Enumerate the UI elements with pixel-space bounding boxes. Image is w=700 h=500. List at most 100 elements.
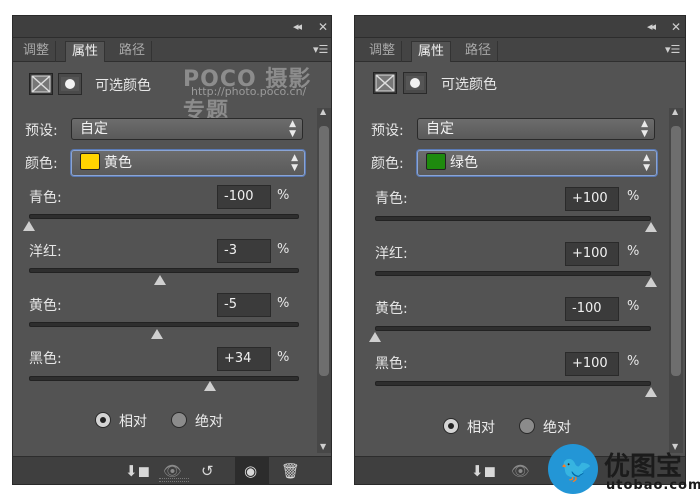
- black-slider-track[interactable]: [375, 381, 651, 386]
- percent-sign: %: [277, 188, 290, 203]
- trash-icon[interactable]: 🗑: [281, 462, 300, 480]
- layer-mask-icon[interactable]: [58, 73, 82, 95]
- color-value: 黄色: [104, 155, 132, 171]
- panel-title-bar: ◂◂ ✕: [355, 16, 685, 38]
- slider-label: 黑色:: [29, 351, 62, 367]
- yellow-value-field[interactable]: -5: [217, 293, 271, 317]
- bird-icon: 🐦: [560, 455, 593, 485]
- watermark-url: http://photo.poco.cn/: [191, 85, 307, 98]
- tab-adjustments[interactable]: 调整: [17, 41, 57, 62]
- preset-label: 预设:: [371, 123, 404, 139]
- updown-arrows-icon: ▲ ▼: [641, 119, 648, 139]
- percent-sign: %: [627, 189, 640, 204]
- close-icon[interactable]: ✕: [671, 20, 681, 34]
- color-select[interactable]: 绿色 ▲ ▼: [417, 150, 657, 176]
- color-select[interactable]: 黄色 ▲ ▼: [71, 150, 305, 176]
- color-swatch: [80, 153, 100, 170]
- cyan-slider-track[interactable]: [375, 216, 651, 221]
- panel-title: 可选颜色: [95, 78, 151, 94]
- magenta-slider-thumb[interactable]: [153, 275, 166, 285]
- tab-properties[interactable]: 属性: [411, 41, 452, 62]
- reset-icon[interactable]: ↺: [201, 462, 214, 480]
- magenta-value-field[interactable]: -3: [217, 239, 271, 263]
- percent-sign: %: [277, 350, 290, 365]
- preset-value: 自定: [426, 121, 454, 137]
- visibility-toggle-button[interactable]: ◉: [235, 457, 269, 484]
- scrollbar[interactable]: ▲ ▼: [317, 107, 331, 453]
- magenta-value-field[interactable]: +100: [565, 242, 619, 266]
- resize-grip[interactable]: [159, 478, 189, 482]
- updown-arrows-icon: ▲ ▼: [291, 153, 298, 173]
- magenta-slider-thumb[interactable]: [645, 277, 657, 287]
- percent-sign: %: [627, 354, 640, 369]
- tab-properties[interactable]: 属性: [65, 41, 106, 62]
- yellow-slider-track[interactable]: [29, 322, 299, 327]
- slider-label: 洋红:: [375, 246, 408, 262]
- panel-menu-icon[interactable]: ▾☰: [665, 43, 680, 56]
- black-slider-thumb[interactable]: [645, 387, 657, 397]
- color-swatch: [426, 153, 446, 170]
- cyan-slider-thumb[interactable]: [23, 221, 35, 231]
- black-value-field[interactable]: +34: [217, 347, 271, 371]
- yellow-slider-thumb[interactable]: [369, 332, 381, 342]
- black-slider-track[interactable]: [29, 376, 299, 381]
- scrollbar-thumb[interactable]: [319, 126, 329, 376]
- black-slider-thumb[interactable]: [203, 381, 216, 391]
- cyan-slider-thumb[interactable]: [645, 222, 657, 232]
- updown-arrows-icon: ▲ ▼: [289, 119, 296, 139]
- preset-select[interactable]: 自定 ▲ ▼: [417, 118, 655, 140]
- tab-paths[interactable]: 路径: [113, 41, 153, 62]
- adjustment-layer-icon: [29, 73, 53, 95]
- absolute-radio[interactable]: [171, 412, 187, 428]
- preset-label: 预设:: [25, 123, 58, 139]
- cyan-value-field[interactable]: -100: [217, 185, 271, 209]
- tab-adjustments[interactable]: 调整: [363, 41, 403, 62]
- absolute-label: 绝对: [195, 414, 223, 430]
- close-icon[interactable]: ✕: [318, 20, 328, 34]
- yellow-slider-track[interactable]: [375, 326, 651, 331]
- black-value-field[interactable]: +100: [565, 352, 619, 376]
- preset-value: 自定: [80, 121, 108, 137]
- scroll-down-icon[interactable]: ▼: [320, 442, 326, 451]
- preset-select[interactable]: 自定 ▲ ▼: [71, 118, 303, 140]
- color-label: 颜色:: [371, 156, 404, 172]
- updown-arrows-icon: ▲ ▼: [643, 153, 650, 173]
- relative-label: 相对: [119, 414, 147, 430]
- double-chevron-icon[interactable]: ◂◂: [293, 20, 302, 33]
- tab-paths[interactable]: 路径: [459, 41, 499, 62]
- tab-bar: 调整 属性 路径 ▾☰: [13, 38, 331, 62]
- properties-panel-right: ◂◂ ✕ 调整 属性 路径 ▾☰ 可选颜色 预设: 自定 ▲ ▼ 颜色: 绿色 ▲…: [354, 15, 686, 485]
- layer-mask-icon[interactable]: [403, 72, 427, 94]
- tab-bar: 调整 属性 路径 ▾☰: [355, 38, 685, 62]
- panel-footer: ⬇◼ 👁 ↺ ◉ 🗑: [13, 456, 331, 484]
- panel-title-bar: ◂◂ ✕: [13, 16, 331, 38]
- properties-panel-left: ◂◂ ✕ 调整 属性 路径 ▾☰ 可选颜色 POCO 摄影专题 http://p…: [12, 15, 332, 485]
- cyan-value-field[interactable]: +100: [565, 187, 619, 211]
- relative-radio[interactable]: [95, 412, 111, 428]
- eye-icon: ◉: [244, 462, 258, 480]
- clip-to-layer-icon[interactable]: ⬇◼: [125, 462, 150, 480]
- relative-radio[interactable]: [443, 418, 459, 434]
- slider-label: 青色:: [29, 190, 62, 206]
- slider-label: 黑色:: [375, 356, 408, 372]
- magenta-slider-track[interactable]: [29, 268, 299, 273]
- adjustment-layer-icon: [373, 72, 397, 94]
- yellow-slider-thumb[interactable]: [151, 329, 164, 339]
- cyan-slider-track[interactable]: [29, 214, 299, 219]
- yellow-value-field[interactable]: -100: [565, 297, 619, 321]
- scrollbar-thumb[interactable]: [671, 126, 681, 376]
- logo-url: utobao.com: [606, 478, 700, 493]
- color-label: 颜色:: [25, 156, 58, 172]
- magenta-slider-track[interactable]: [375, 271, 651, 276]
- panel-title: 可选颜色: [441, 77, 497, 93]
- absolute-radio[interactable]: [519, 418, 535, 434]
- clip-to-layer-icon[interactable]: ⬇◼: [471, 462, 496, 480]
- view-previous-icon[interactable]: 👁: [511, 462, 530, 480]
- percent-sign: %: [277, 242, 290, 257]
- double-chevron-icon[interactable]: ◂◂: [647, 20, 656, 33]
- scrollbar[interactable]: ▲ ▼: [669, 107, 683, 453]
- percent-sign: %: [627, 244, 640, 259]
- scroll-up-icon[interactable]: ▲: [320, 107, 326, 116]
- scroll-up-icon[interactable]: ▲: [672, 107, 678, 116]
- panel-menu-icon[interactable]: ▾☰: [313, 43, 328, 56]
